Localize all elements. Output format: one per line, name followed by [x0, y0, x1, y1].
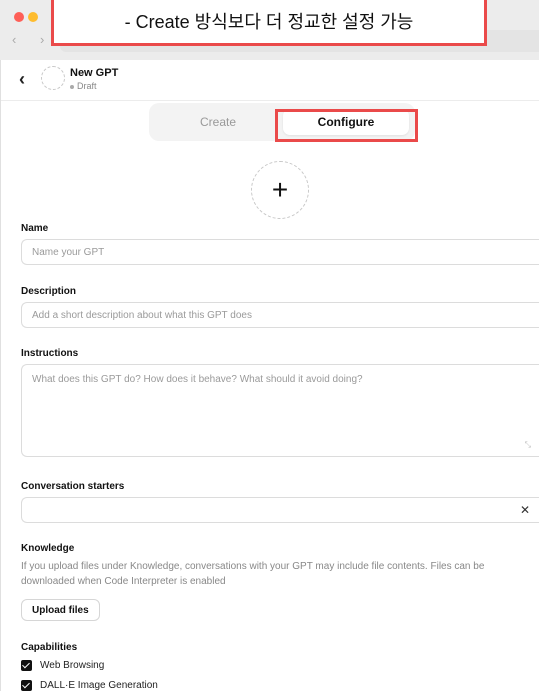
description-label: Description: [21, 286, 77, 297]
close-icon[interactable]: ✕: [520, 503, 530, 517]
checkbox-checked-icon[interactable]: [21, 680, 32, 691]
status-dot-icon: [70, 84, 74, 89]
back-arrow-icon[interactable]: ‹: [19, 70, 25, 88]
nav-arrows-icon[interactable]: ‹ ›: [12, 32, 54, 47]
capability-dalle[interactable]: DALL·E Image Generation: [21, 680, 158, 691]
gpt-title: New GPT: [70, 67, 119, 79]
gpt-status: Draft: [70, 81, 97, 91]
tab-create[interactable]: Create: [155, 109, 281, 135]
description-field[interactable]: Add a short description about what this …: [21, 302, 539, 328]
status-text: Draft: [77, 81, 97, 91]
checkbox-checked-icon[interactable]: [21, 660, 32, 671]
gpt-avatar: [41, 66, 65, 90]
editor-header: ‹ New GPT Draft: [1, 60, 539, 101]
upload-files-button[interactable]: Upload files: [21, 599, 100, 621]
capability-label: DALL·E Image Generation: [40, 680, 158, 691]
configure-highlight-box: [275, 109, 418, 142]
instructions-field[interactable]: What does this GPT do? How does it behav…: [21, 364, 539, 457]
conversation-starter-field[interactable]: ✕: [21, 497, 539, 523]
capabilities-label: Capabilities: [21, 642, 78, 653]
gpt-editor: ‹ New GPT Draft Create Configure + Name …: [0, 60, 539, 691]
name-label: Name: [21, 223, 49, 234]
plus-icon: +: [271, 174, 289, 205]
close-window-dot[interactable]: [14, 12, 24, 22]
capability-label: Web Browsing: [40, 660, 105, 671]
instructions-label: Instructions: [21, 348, 79, 359]
resize-handle-icon[interactable]: ⤡: [525, 440, 531, 450]
instructions-placeholder: What does this GPT do? How does it behav…: [32, 374, 363, 385]
add-image-button[interactable]: +: [251, 161, 309, 219]
conversation-starters-label: Conversation starters: [21, 481, 125, 492]
minimize-window-dot[interactable]: [28, 12, 38, 22]
capability-web-browsing[interactable]: Web Browsing: [21, 660, 104, 671]
knowledge-label: Knowledge: [21, 543, 75, 554]
annotation-banner: - Create 방식보다 더 정교한 설정 가능: [51, 0, 487, 46]
name-field[interactable]: Name your GPT: [21, 239, 539, 265]
knowledge-help-text: If you upload files under Knowledge, con…: [21, 561, 485, 587]
